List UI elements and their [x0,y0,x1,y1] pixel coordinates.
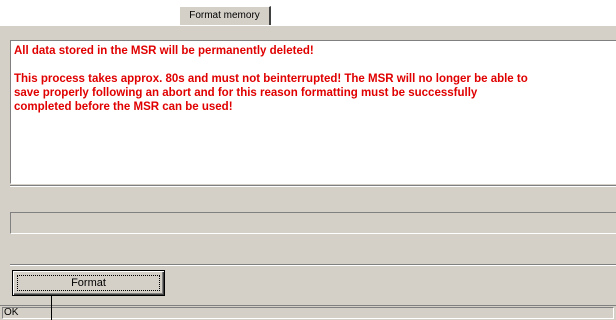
divider [10,265,616,266]
format-button[interactable]: Format [12,270,165,296]
warning-paragraph: This process takes approx. 80s and must … [14,72,616,114]
warning-line: This process takes approx. 80s and must … [14,73,528,85]
format-button-label: Format [17,275,160,291]
mouse-cursor-icon [51,296,52,320]
warning-line: All data stored in the MSR will be perma… [14,45,314,57]
warning-line: save properly following an abort and for… [14,87,478,99]
tab-strip-border [0,25,616,26]
tab-format-memory[interactable]: Format memory [179,6,271,25]
warning-line: completed before the MSR can be used! [14,101,233,113]
divider [10,186,616,187]
status-bar: OK [0,305,616,320]
status-text: OK [2,307,614,319]
warning-message-box: All data stored in the MSR will be perma… [10,40,616,184]
tab-label: Format memory [189,10,260,21]
progress-bar [10,212,616,234]
